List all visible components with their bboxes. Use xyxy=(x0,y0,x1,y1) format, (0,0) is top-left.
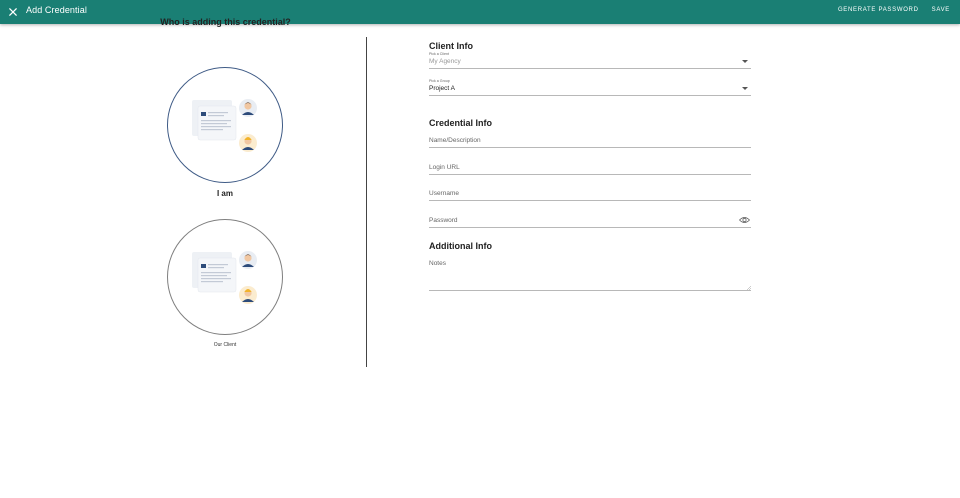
name-description-field[interactable]: Name/Description xyxy=(429,135,751,148)
choice-i-am[interactable] xyxy=(167,67,283,183)
close-icon xyxy=(9,8,17,16)
who-is-adding-heading: Who is adding this credential? xyxy=(160,17,291,27)
resize-handle-icon[interactable] xyxy=(747,286,751,290)
choice-our-client[interactable] xyxy=(167,219,283,335)
login-url-placeholder: Login URL xyxy=(429,164,460,171)
credential-info-title: Credential Info xyxy=(429,118,493,128)
name-description-placeholder: Name/Description xyxy=(429,137,481,144)
username-placeholder: Username xyxy=(429,190,459,197)
password-field[interactable]: Password xyxy=(429,215,751,228)
notes-textarea[interactable]: Notes xyxy=(429,258,751,291)
choice-our-client-label: Our Client xyxy=(213,342,237,348)
choice-i-am-label: I am xyxy=(216,189,233,198)
eye-icon[interactable] xyxy=(739,216,750,224)
chevron-down-icon xyxy=(742,60,748,63)
group-select-value: Project A xyxy=(429,85,456,92)
password-placeholder: Password xyxy=(429,217,458,224)
header-actions: GENERATE PASSWORD SAVE xyxy=(838,7,950,13)
group-select-label: Pick a Group xyxy=(429,79,450,83)
notes-placeholder: Notes xyxy=(429,260,446,267)
client-info-title: Client Info xyxy=(429,41,473,51)
panel-divider xyxy=(366,37,367,367)
client-select-label: Pick a Client xyxy=(429,52,449,56)
generate-password-button[interactable]: GENERATE PASSWORD xyxy=(838,7,919,13)
page-title: Add Credential xyxy=(26,5,87,15)
chevron-down-icon xyxy=(742,87,748,90)
group-select[interactable]: Pick a Group Project A xyxy=(429,78,751,96)
save-button[interactable]: SAVE xyxy=(932,7,950,13)
i-am-illustration xyxy=(192,99,257,152)
login-url-field[interactable]: Login URL xyxy=(429,162,751,175)
client-select[interactable]: Pick a Client My Agency xyxy=(429,51,751,69)
our-client-illustration xyxy=(192,251,257,304)
additional-info-title: Additional Info xyxy=(429,241,492,251)
client-select-value: My Agency xyxy=(429,58,461,65)
username-field[interactable]: Username xyxy=(429,188,751,201)
